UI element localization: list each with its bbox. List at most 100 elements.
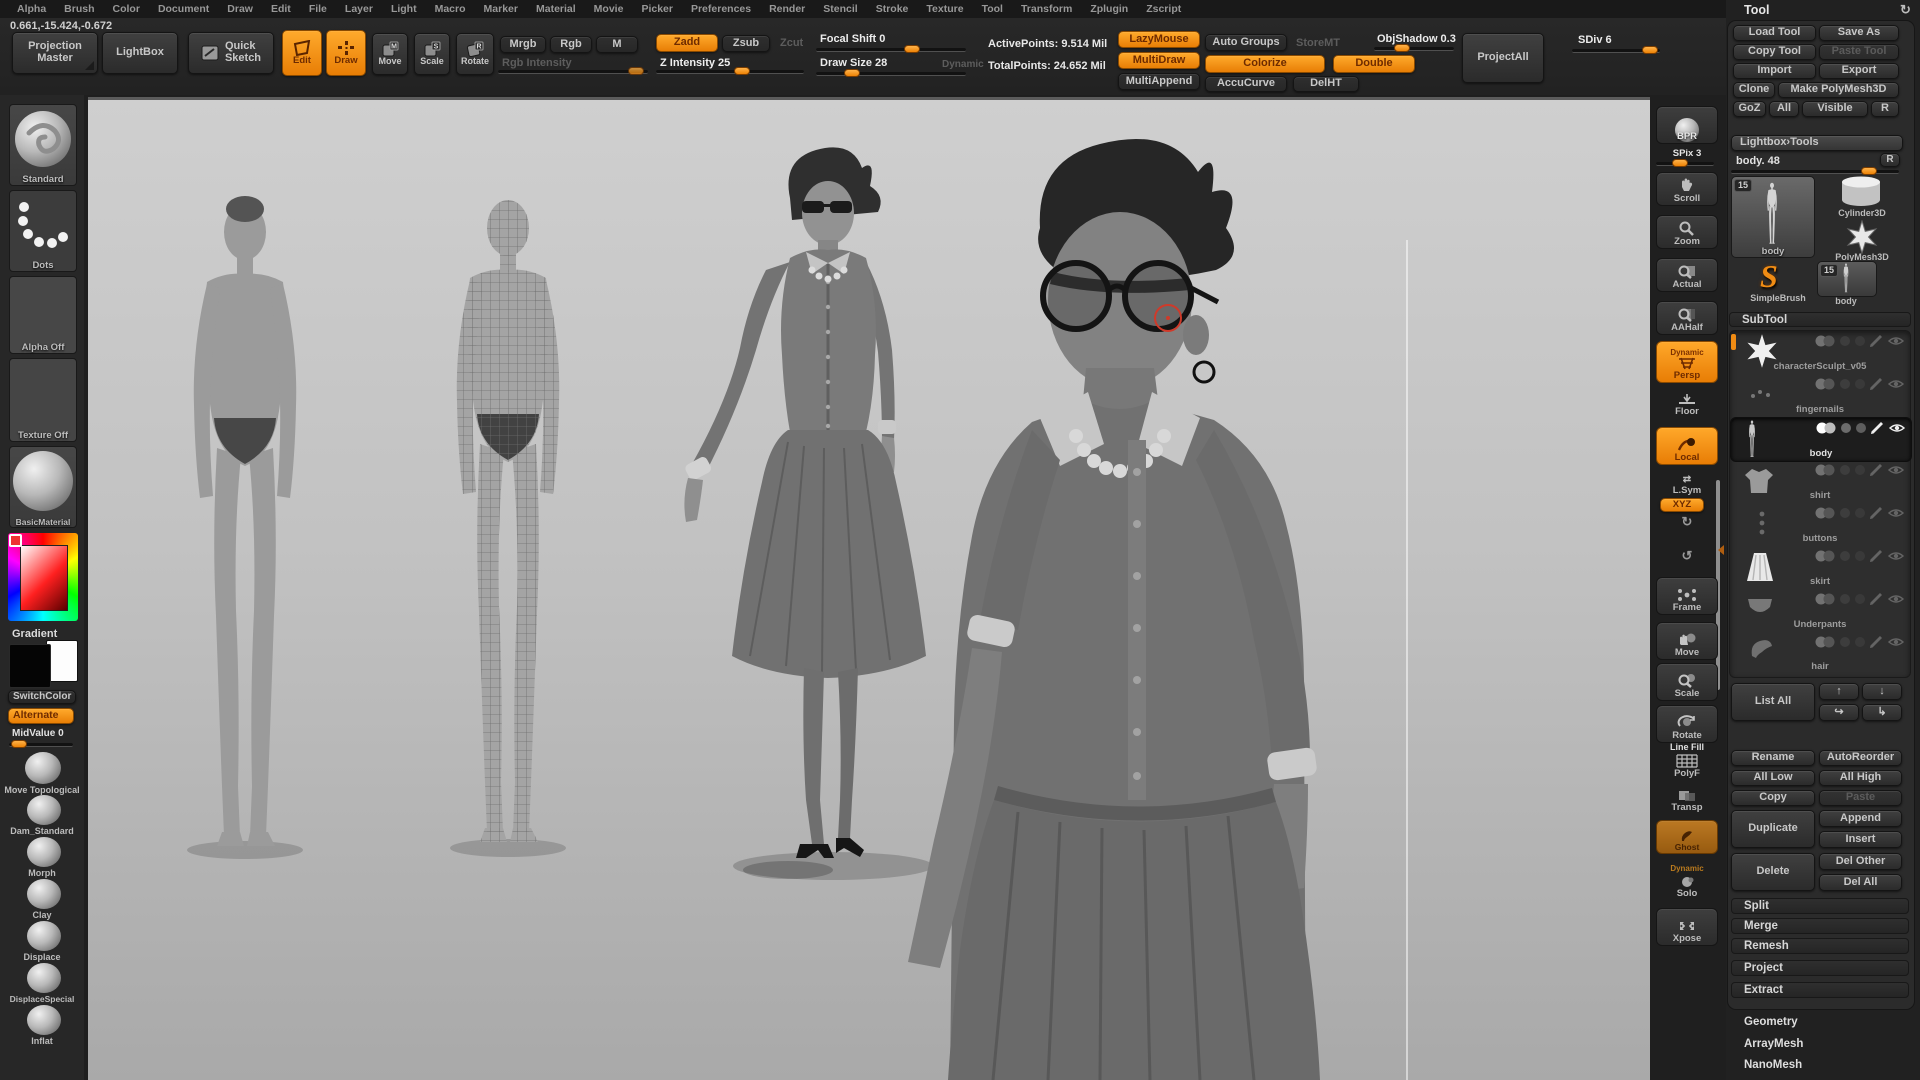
all-high-button[interactable]: All High <box>1819 770 1902 786</box>
menu-light[interactable]: Light <box>382 3 426 15</box>
menu-tool[interactable]: Tool <box>973 3 1012 15</box>
nanomesh-palette-header[interactable]: NanoMesh <box>1744 1059 1802 1071</box>
xyz-button[interactable]: XYZ <box>1660 498 1704 512</box>
uv-icon[interactable] <box>1840 336 1850 346</box>
texture-icon[interactable] <box>1856 423 1866 433</box>
delht-button[interactable]: DelHT <box>1293 76 1359 92</box>
paint-icon[interactable] <box>1870 593 1883 605</box>
zadd-button[interactable]: Zadd <box>656 34 718 52</box>
lazymouse-button[interactable]: LazyMouse <box>1118 31 1200 48</box>
menu-preferences[interactable]: Preferences <box>682 3 760 15</box>
goz-button[interactable]: GoZ <box>1733 101 1766 117</box>
rotate-cw-icon[interactable]: ↻ <box>1656 514 1718 530</box>
menu-file[interactable]: File <box>300 3 336 15</box>
transp-button[interactable]: Transp <box>1656 786 1718 814</box>
geometry-palette-header[interactable]: Geometry <box>1744 1016 1798 1028</box>
paste-subtool-button[interactable]: Paste <box>1819 790 1902 806</box>
delete-button[interactable]: Delete <box>1731 853 1815 891</box>
menu-texture[interactable]: Texture <box>917 3 972 15</box>
move-viewport-button[interactable]: Move <box>1656 622 1718 660</box>
simplebrush-s-icon[interactable]: S <box>1760 258 1778 295</box>
import-button[interactable]: Import <box>1733 63 1816 79</box>
subtool-row[interactable]: hair <box>1730 632 1910 674</box>
subtool-row[interactable]: skirt <box>1730 546 1910 589</box>
menu-transform[interactable]: Transform <box>1012 3 1081 15</box>
polypaint-icon[interactable] <box>1815 464 1835 476</box>
save-as-button[interactable]: Save As <box>1819 25 1899 41</box>
menu-render[interactable]: Render <box>760 3 814 15</box>
menu-material[interactable]: Material <box>527 3 585 15</box>
midvalue-slider[interactable] <box>9 739 73 749</box>
menu-alpha[interactable]: Alpha <box>8 3 55 15</box>
rotate-ccw-icon[interactable]: ↺ <box>1656 548 1718 564</box>
texture-icon[interactable] <box>1855 379 1865 389</box>
polypaint-icon[interactable] <box>1815 507 1835 519</box>
polypaint-icon[interactable] <box>1815 636 1835 648</box>
reset-icon[interactable]: ↻ <box>1900 2 1911 18</box>
eye-icon[interactable] <box>1889 423 1905 433</box>
menu-color[interactable]: Color <box>104 3 149 15</box>
switchcolor-button[interactable]: SwitchColor <box>8 690 76 704</box>
subtool-row-selected[interactable]: body <box>1730 417 1912 462</box>
alternate-button[interactable]: Alternate <box>8 708 74 724</box>
zoom-button[interactable]: Zoom <box>1656 215 1718 249</box>
sdiv-slider[interactable] <box>1572 45 1660 55</box>
subtool-up-button[interactable]: ↑ <box>1819 683 1859 700</box>
move-button[interactable]: M Move <box>372 33 408 75</box>
menu-macro[interactable]: Macro <box>426 3 475 15</box>
subtool-row[interactable]: buttons <box>1730 503 1910 546</box>
active-tool-thumbnail[interactable]: 15 body <box>1731 176 1815 258</box>
brush-dam-standard-icon[interactable] <box>27 795 61 825</box>
eye-icon[interactable] <box>1888 594 1904 604</box>
double-button[interactable]: Double <box>1333 55 1415 73</box>
all-low-button[interactable]: All Low <box>1731 770 1815 786</box>
insert-button[interactable]: Insert <box>1819 831 1902 848</box>
local-button[interactable]: Local <box>1656 427 1718 465</box>
lsym-button[interactable]: ⇄ L.Sym <box>1656 473 1718 497</box>
brush-move-topological-icon[interactable] <box>25 752 61 784</box>
scale-button[interactable]: S Scale <box>414 33 450 75</box>
paint-icon[interactable] <box>1870 636 1883 648</box>
r-button[interactable]: R <box>1871 101 1899 117</box>
load-tool-button[interactable]: Load Tool <box>1733 25 1816 41</box>
multiappend-button[interactable]: MultiAppend <box>1118 73 1200 90</box>
auto-groups-button[interactable]: Auto Groups <box>1205 34 1287 51</box>
texture-icon[interactable] <box>1855 637 1865 647</box>
make-polymesh3d-button[interactable]: Make PolyMesh3D <box>1778 82 1899 98</box>
current-brush-thumbnail[interactable]: Standard <box>9 104 77 186</box>
brush-displace-icon[interactable] <box>27 921 61 951</box>
alpha-thumbnail[interactable]: Alpha Off <box>9 276 77 354</box>
brush-morph-icon[interactable] <box>27 837 61 867</box>
tool-slider[interactable] <box>1731 166 1899 176</box>
subtool-row[interactable]: fingernails <box>1730 374 1910 417</box>
eye-icon[interactable] <box>1888 379 1904 389</box>
uv-icon[interactable] <box>1840 465 1850 475</box>
tray-divider-handle[interactable] <box>1718 545 1724 555</box>
paste-tool-button[interactable]: Paste Tool <box>1819 44 1899 60</box>
floor-button[interactable]: Floor <box>1656 392 1718 418</box>
objshadow-slider[interactable] <box>1374 43 1454 53</box>
project-section-header[interactable]: Project <box>1731 960 1909 976</box>
paint-icon[interactable] <box>1870 378 1883 390</box>
menu-draw[interactable]: Draw <box>218 3 262 15</box>
remesh-section-header[interactable]: Remesh <box>1731 938 1909 954</box>
list-all-button[interactable]: List All <box>1731 683 1815 721</box>
uv-icon[interactable] <box>1840 379 1850 389</box>
scale-viewport-button[interactable]: Scale <box>1656 663 1718 701</box>
merge-section-header[interactable]: Merge <box>1731 918 1909 934</box>
menu-zplugin[interactable]: Zplugin <box>1081 3 1137 15</box>
paint-icon[interactable] <box>1870 464 1883 476</box>
polypaint-icon[interactable] <box>1816 422 1836 434</box>
menu-edit[interactable]: Edit <box>262 3 300 15</box>
rgb-intensity-slider[interactable] <box>498 66 648 76</box>
recent-tool-thumbnail[interactable]: 15 <box>1817 261 1877 297</box>
draw-size-slider[interactable] <box>816 68 966 78</box>
autoreorder-button[interactable]: AutoReorder <box>1819 750 1902 766</box>
paint-icon[interactable] <box>1870 550 1883 562</box>
cylinder3d-icon[interactable] <box>1840 176 1882 208</box>
append-button[interactable]: Append <box>1819 810 1902 827</box>
menu-stencil[interactable]: Stencil <box>814 3 866 15</box>
texture-icon[interactable] <box>1855 465 1865 475</box>
menu-movie[interactable]: Movie <box>585 3 633 15</box>
split-section-header[interactable]: Split <box>1731 898 1909 914</box>
